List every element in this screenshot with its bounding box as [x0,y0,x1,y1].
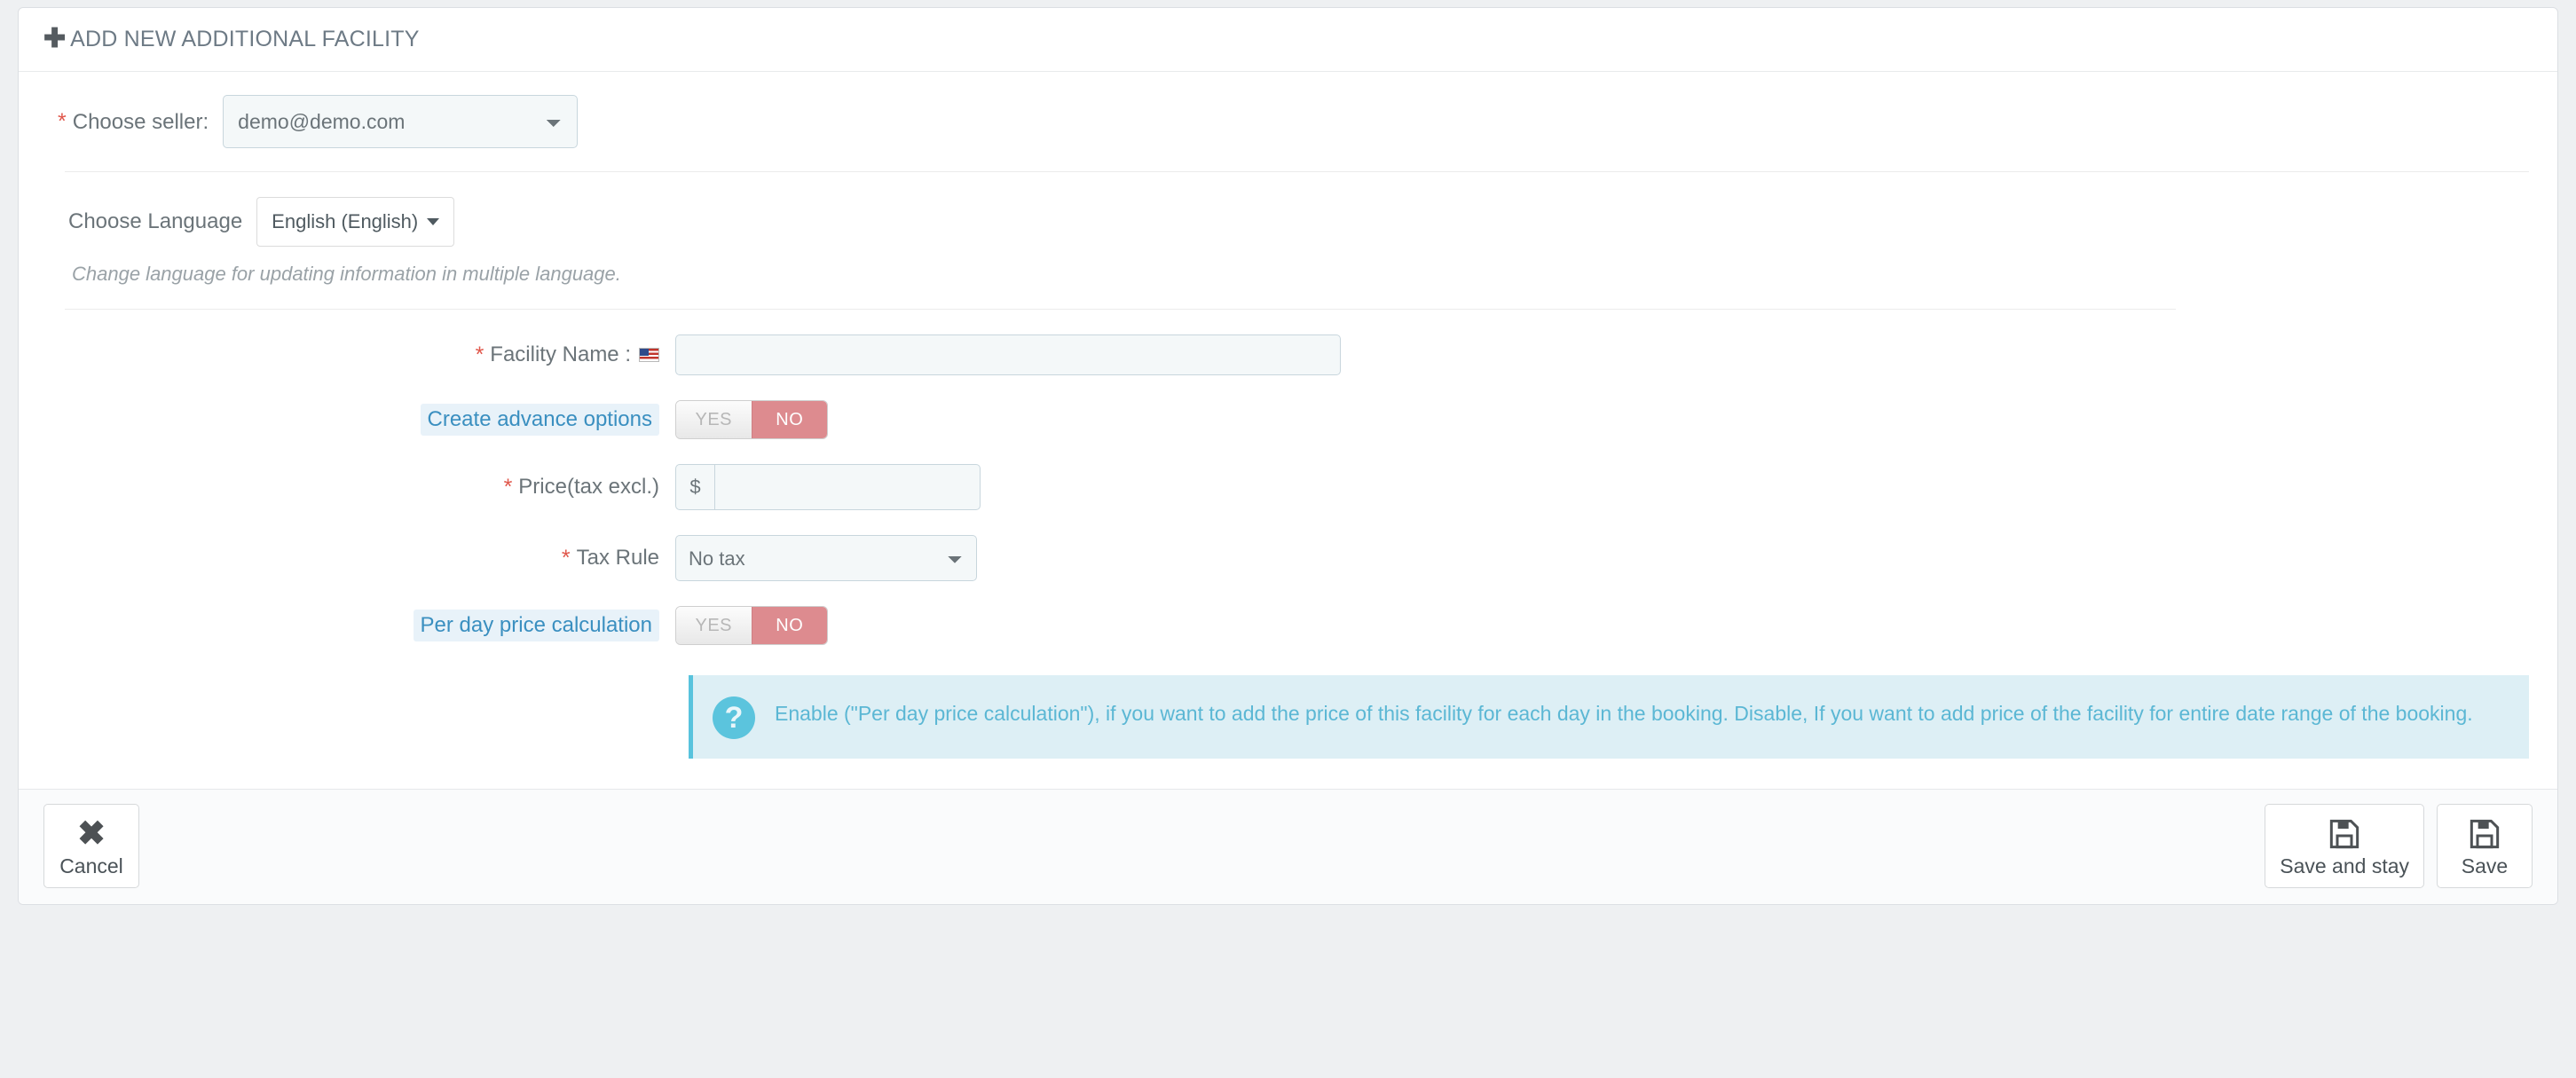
facility-name-row: * Facility Name : [19,334,2557,375]
tax-rule-row: * Tax Rule No tax [19,535,2557,581]
info-alert-text: Enable ("Per day price calculation"), if… [775,702,2473,725]
panel-body: * Choose seller: demo@demo.com Choose Lan… [19,72,2557,789]
language-hint: Change language for updating information… [72,263,621,285]
create-advance-options-label: Create advance options [19,404,675,436]
required-asterisk: * [503,474,513,500]
save-and-stay-label: Save and stay [2280,854,2409,877]
per-day-price-calculation-toggle[interactable]: YES NO [675,606,828,645]
question-mark-icon: ? [713,696,755,739]
seller-select[interactable]: demo@demo.com [223,95,579,148]
cancel-button-label: Cancel [59,854,123,877]
choose-language-label: Choose Language [68,209,243,233]
info-alert-wrapper: ? Enable ("Per day price calculation"), … [19,675,2557,759]
cancel-button[interactable]: ✖ Cancel [43,804,139,888]
create-advance-options-no[interactable]: NO [751,401,827,438]
plus-icon: ✚ [43,23,67,53]
price-row: * Price(tax excl.) $ [19,464,2557,510]
language-dropdown-value: English (English) [272,210,419,232]
price-input-group: $ [675,464,981,510]
save-and-stay-button[interactable]: Save and stay [2265,804,2424,888]
facility-name-label-text: Facility Name : [490,342,631,366]
price-label: * Price(tax excl.) [19,475,675,500]
choose-seller-label: * Choose seller: [58,109,209,135]
price-input[interactable] [714,464,981,510]
per-day-price-calculation-row: Per day price calculation YES NO [19,606,2557,645]
facility-name-input[interactable] [675,334,1341,375]
save-button-label: Save [2461,854,2509,877]
per-day-price-calculation-yes[interactable]: YES [676,607,752,644]
per-day-price-calculation-no[interactable]: NO [751,607,827,644]
info-alert: ? Enable ("Per day price calculation"), … [689,675,2529,759]
currency-symbol: $ [675,464,714,510]
divider-language [65,309,2176,310]
per-day-price-calculation-label: Per day price calculation [19,610,675,641]
language-dropdown-button[interactable]: English (English) [256,197,455,247]
page-title: ADD NEW ADDITIONAL FACILITY [70,27,420,51]
choose-seller-label-text: Choose seller: [72,109,209,134]
tax-rule-label-text: Tax Rule [576,546,659,570]
tax-rule-select[interactable]: No tax [675,535,977,581]
chevron-down-icon [427,218,440,225]
create-advance-options-row: Create advance options YES NO [19,400,2557,439]
tax-rule-label: * Tax Rule [19,546,675,571]
add-facility-panel: ✚ ADD NEW ADDITIONAL FACILITY * Choose se… [18,7,2558,905]
per-day-price-calculation-label-text: Per day price calculation [413,610,659,641]
floppy-disk-icon [2327,815,2362,853]
save-button[interactable]: Save [2437,804,2533,888]
facility-name-label: * Facility Name : [19,342,675,368]
alert-spacer [19,675,689,759]
required-asterisk: * [58,108,67,134]
panel-header: ✚ ADD NEW ADDITIONAL FACILITY [19,8,2557,72]
floppy-disk-icon [2467,815,2502,853]
create-advance-options-yes[interactable]: YES [676,401,752,438]
required-asterisk: * [475,342,484,367]
required-asterisk: * [561,545,571,570]
panel-footer: ✖ Cancel Save and stay Save [19,789,2557,904]
create-advance-options-toggle[interactable]: YES NO [675,400,828,439]
choose-seller-row: * Choose seller: demo@demo.com [19,72,2557,171]
us-flag-icon [639,348,659,362]
choose-language-row: Choose Language English (English) [19,172,2557,247]
footer-right-buttons: Save and stay Save [2265,804,2533,888]
create-advance-options-label-text: Create advance options [420,404,659,436]
close-x-icon: ✖ [77,815,106,853]
price-label-text: Price(tax excl.) [518,475,659,499]
